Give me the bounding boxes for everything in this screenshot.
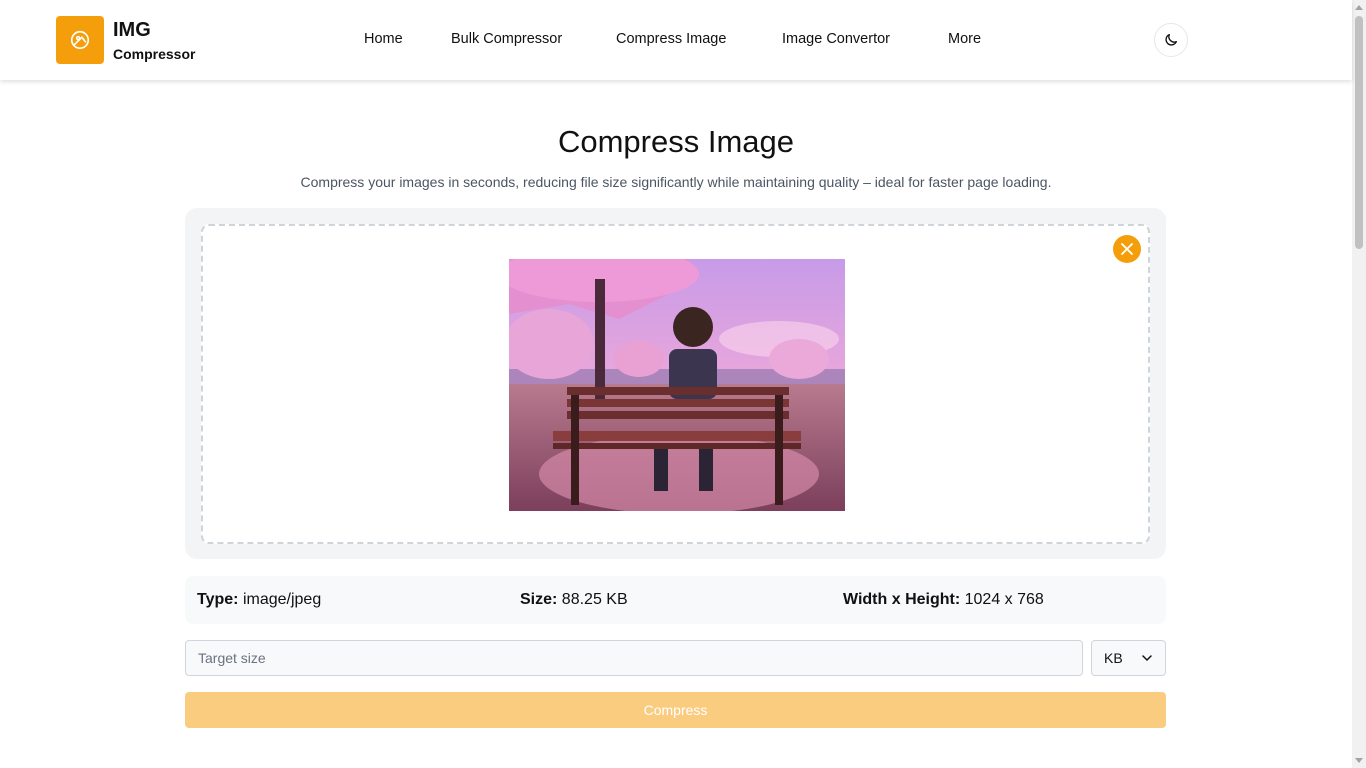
file-type-value: image/jpeg [242,591,322,608]
page-description: Compress your images in seconds, reducin… [300,174,1052,190]
file-dimensions-value: 1024 x 768 [964,591,1044,608]
upload-panel [185,208,1166,559]
top-navbar: IMG Compressor Home Bulk Compressor Comp… [0,0,1352,80]
brand-title[interactable]: IMG [113,19,151,42]
image-icon [70,30,90,50]
file-info-bar: Type: image/jpeg Size: 88.25 KB Width x … [185,576,1166,624]
page-title: Compress Image [557,124,795,159]
file-size-label: Size: [520,591,558,608]
chevron-down-icon [1142,655,1152,661]
moon-icon [1165,34,1177,46]
nav-more[interactable]: More [948,31,981,47]
scroll-down-arrow-icon[interactable] [1355,758,1363,763]
unit-select-value: KB [1104,650,1123,666]
logo[interactable] [56,16,104,64]
remove-image-button[interactable] [1113,235,1141,263]
file-type: Type: image/jpeg [197,591,321,609]
nav-image-convertor[interactable]: Image Convertor [782,31,890,47]
uploaded-image-preview [509,259,845,511]
file-size-value: 88.25 KB [561,591,628,608]
brand-subtitle[interactable]: Compressor [113,46,195,62]
theme-toggle-button[interactable] [1154,23,1188,57]
file-dimensions: Width x Height: 1024 x 768 [843,591,1044,609]
target-size-input[interactable] [185,640,1083,676]
image-dropzone[interactable] [201,224,1150,544]
scroll-up-arrow-icon[interactable] [1355,5,1363,10]
close-icon [1121,243,1133,255]
scroll-thumb[interactable] [1355,16,1363,249]
file-dimensions-label: Width x Height: [843,591,961,608]
unit-select[interactable]: KB [1091,640,1166,676]
page-scrollbar[interactable] [1352,0,1366,768]
nav-bulk-compressor[interactable]: Bulk Compressor [451,31,562,47]
nav-home[interactable]: Home [364,31,403,47]
nav-compress-image[interactable]: Compress Image [616,31,726,47]
compress-button[interactable]: Compress [185,692,1166,728]
file-size: Size: 88.25 KB [520,591,628,609]
file-type-label: Type: [197,591,239,608]
